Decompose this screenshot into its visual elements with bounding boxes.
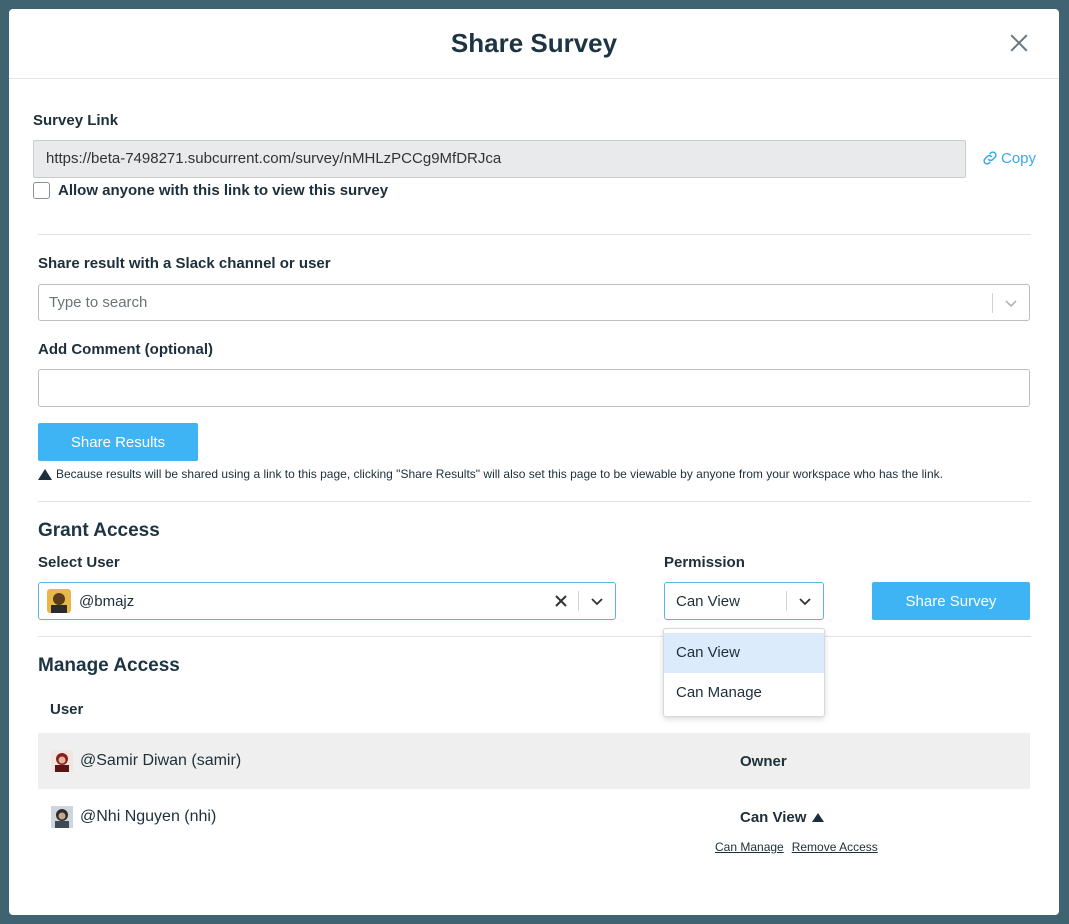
modal-title: Share Survey: [450, 28, 618, 58]
modal-header: Share Survey: [9, 9, 1059, 79]
remove-access-link[interactable]: Remove Access: [792, 840, 878, 854]
permission-dropdown: Can View Can Manage: [663, 628, 825, 717]
warning-triangle-icon: [38, 468, 52, 480]
slack-search-input[interactable]: Type to search: [39, 294, 992, 311]
can-manage-link[interactable]: Can Manage: [715, 840, 784, 854]
share-survey-modal: Share Survey Survey Link https://beta-74…: [9, 9, 1059, 915]
survey-link-label: Survey Link: [33, 112, 119, 129]
user-select[interactable]: @bmajz: [38, 582, 616, 620]
survey-link-field[interactable]: https://beta-7498271.subcurrent.com/surv…: [33, 140, 966, 178]
allow-anyone-checkbox[interactable]: [33, 182, 50, 199]
column-header-user: User: [50, 701, 84, 718]
grant-access-title: Grant Access: [38, 520, 160, 541]
notice-text: Because results will be shared using a l…: [56, 467, 943, 481]
selected-user: @bmajz: [79, 592, 135, 610]
user-role: Owner: [740, 752, 787, 770]
select-user-label: Select User: [38, 554, 120, 571]
copy-link-button[interactable]: Copy: [981, 149, 1036, 167]
user-name: @Nhi Nguyen (nhi): [80, 808, 217, 825]
allow-anyone-label: Allow anyone with this link to view this…: [58, 182, 389, 199]
allow-anyone-row[interactable]: Allow anyone with this link to view this…: [33, 182, 388, 199]
share-notice: Because results will be shared using a l…: [38, 467, 943, 481]
table-row: @Nhi Nguyen (nhi) Can View: [38, 789, 1030, 845]
permission-label: Permission: [664, 554, 745, 571]
avatar: [50, 805, 74, 829]
chevron-down-icon[interactable]: [579, 583, 615, 619]
user-name: @Samir Diwan (samir): [80, 752, 242, 769]
divider: [38, 501, 1031, 502]
table-row: @Samir Diwan (samir) Owner: [38, 733, 1030, 789]
user-role: Can View: [740, 808, 807, 826]
avatar: [50, 749, 74, 773]
close-icon[interactable]: [1007, 31, 1031, 55]
comment-label: Add Comment (optional): [38, 341, 213, 358]
chevron-down-icon[interactable]: [787, 583, 823, 619]
divider: [38, 234, 1031, 235]
permission-select[interactable]: Can View: [664, 582, 824, 620]
role-toggle[interactable]: Can View: [740, 808, 825, 826]
avatar: [47, 589, 71, 613]
clear-icon[interactable]: [544, 583, 578, 619]
backdrop: [0, 0, 9, 924]
caret-up-icon: [812, 812, 825, 822]
share-results-button[interactable]: Share Results: [38, 423, 198, 461]
manage-access-title: Manage Access: [38, 655, 180, 676]
share-survey-button[interactable]: Share Survey: [872, 582, 1030, 620]
comment-input[interactable]: [38, 369, 1030, 407]
slack-search-select[interactable]: Type to search: [38, 284, 1030, 321]
slack-share-label: Share result with a Slack channel or use…: [38, 255, 331, 272]
role-actions: Can Manage Remove Access: [715, 840, 878, 854]
chevron-down-icon[interactable]: [993, 285, 1029, 320]
selected-permission: Can View: [676, 592, 740, 610]
permission-option-can-manage[interactable]: Can Manage: [664, 673, 824, 713]
divider: [38, 636, 1031, 637]
link-icon: [983, 151, 997, 165]
copy-label: Copy: [1001, 149, 1037, 167]
permission-option-can-view[interactable]: Can View: [664, 633, 824, 673]
